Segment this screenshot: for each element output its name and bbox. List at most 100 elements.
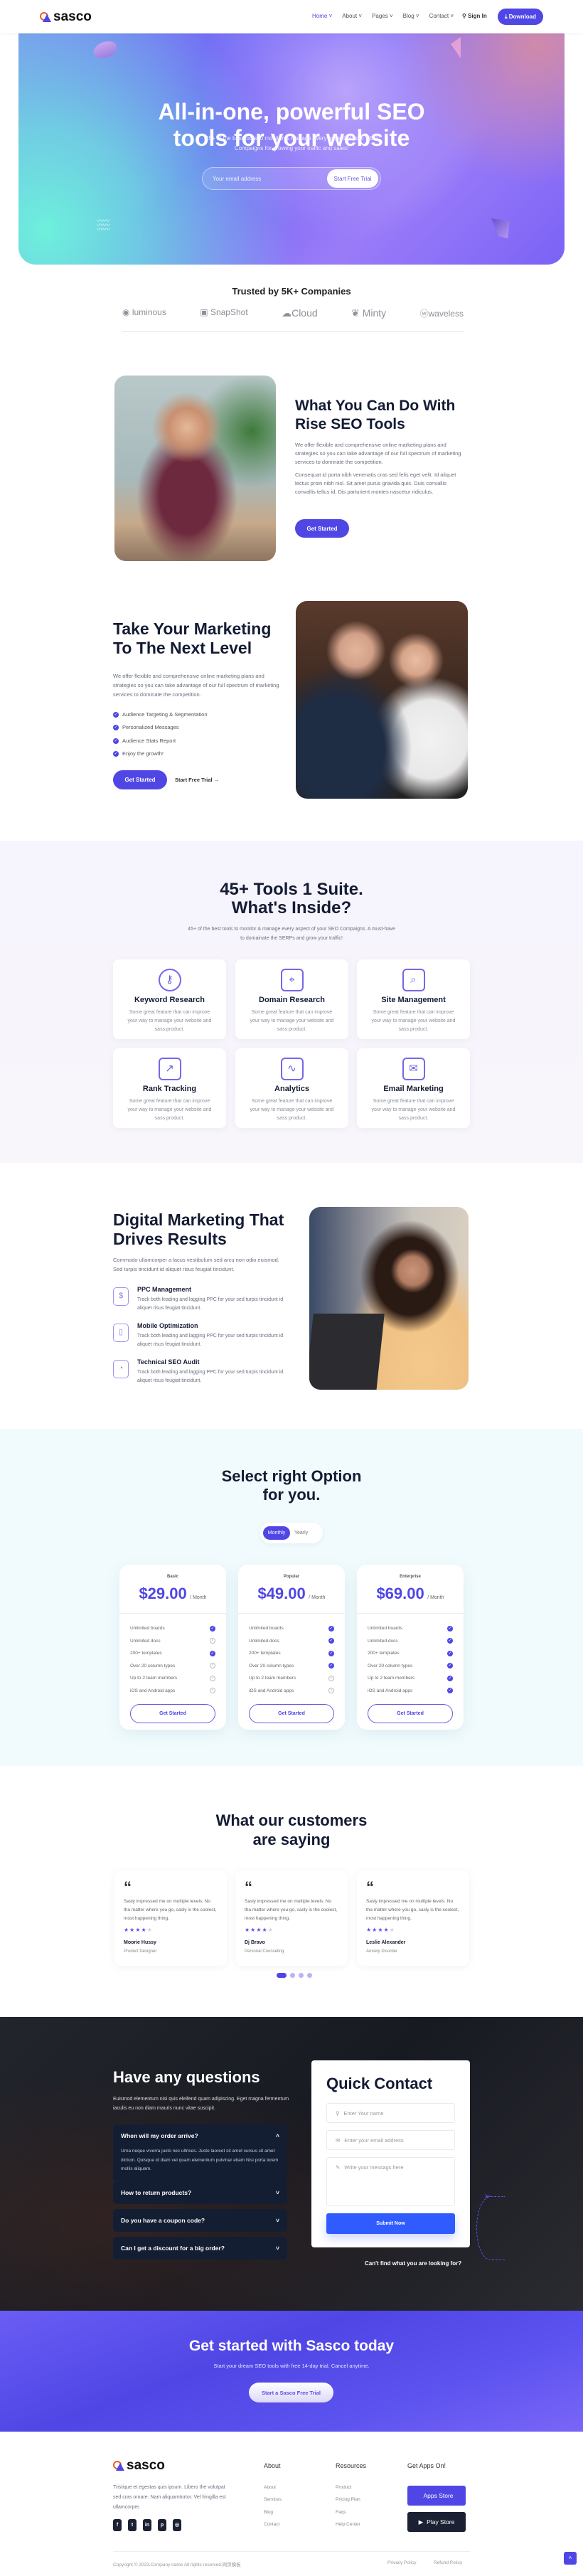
testimonial-card: “ Sasly impressed me on multiple levels.… — [114, 1870, 227, 1966]
hero-subtitle-line: Compaigns for growing your traffic and s… — [234, 145, 349, 151]
digital-title-line: Digital Marketing That — [113, 1210, 284, 1229]
company-logo-text: waveless — [428, 309, 464, 319]
arrow-right-icon: → — [213, 777, 220, 783]
message-field[interactable]: ✎ Write your messags here — [326, 2157, 455, 2206]
marketing-free-trial-link[interactable]: Start Free Trial → — [175, 777, 219, 783]
download-button[interactable]: ⤓ Download — [498, 9, 543, 25]
testimonial-quote: Sasly impressed me on multiple levels. N… — [124, 1899, 217, 1921]
facebook-icon[interactable]: f — [113, 2519, 122, 2531]
footer-link-about[interactable]: About — [264, 2485, 276, 2490]
faq-item[interactable]: How to return products? ˅ — [113, 2181, 287, 2204]
tool-card-title: Email Marketing — [383, 1085, 444, 1093]
carousel-dot[interactable] — [277, 1973, 287, 1978]
logo[interactable]: sasco — [40, 9, 92, 25]
divider — [122, 331, 464, 332]
nav-home[interactable]: Home ˅ — [312, 13, 332, 19]
marketing-get-started-button[interactable]: Get Started — [113, 770, 167, 789]
plan-price-amount: $49.00 — [257, 1585, 306, 1602]
digital-title-line: Drives Results — [113, 1230, 227, 1248]
tool-card-email-marketing[interactable]: ✉ Email Marketing Some great feature that … — [357, 1048, 470, 1128]
faq-item[interactable]: Do you have a coupon code? ˅ — [113, 2209, 287, 2232]
tool-card-keyword-research[interactable]: ⚷ Keyword Research Some great feature that… — [113, 959, 226, 1039]
plan-get-started-button[interactable]: Get Started — [368, 1704, 453, 1723]
start-free-trial-button[interactable]: Start Free Trial — [327, 169, 378, 188]
twitter-icon[interactable]: t — [128, 2519, 137, 2531]
check-icon: ✓ — [328, 1663, 334, 1669]
check-icon: ✓ — [328, 1650, 334, 1656]
play-store-label: Play Store — [427, 2518, 455, 2526]
refund-policy-link[interactable]: Refund Policy — [434, 2560, 462, 2565]
plan-feature-row: Over 20 column types ✓ — [238, 1660, 345, 1673]
play-store-button[interactable]: ▶ Play Store — [407, 2512, 466, 2532]
check-icon: ✓ — [447, 1625, 453, 1632]
plan-feature-row: Unlimited boards ✓ — [357, 1622, 464, 1635]
logo-text: sasco — [127, 2458, 165, 2473]
testimonial-quote: Sasly impressed me on multiple levels. N… — [366, 1899, 459, 1921]
nav-contact[interactable]: Contact ˅ — [429, 13, 454, 19]
footer-link-pricing[interactable]: Pricing Plan — [336, 2497, 360, 2502]
faq-question: When will my order arrive? — [121, 2132, 198, 2139]
plan-price-period: / Month — [427, 1595, 444, 1600]
hero-email-input[interactable] — [213, 175, 312, 182]
cta-section — [0, 2311, 583, 2432]
plan-feature-row: Up to 2 team members ✓ — [357, 1672, 464, 1685]
name-field[interactable]: ⚲ Enter Your name — [326, 2103, 455, 2123]
check-icon: ✓ — [113, 738, 119, 744]
tool-card-analytics[interactable]: ∿ Analytics Some great feature that can im… — [235, 1048, 348, 1128]
site-search-icon: ⌕ — [402, 969, 425, 991]
cta-free-trial-button[interactable]: Start a Sasco Free Trial — [249, 2383, 333, 2402]
email-field[interactable]: ✉ Enter your email address — [326, 2130, 455, 2150]
rise-get-started-button[interactable]: Get Started — [295, 519, 349, 538]
star-icon: ★ — [378, 1927, 384, 1933]
x-circle-icon: × — [210, 1688, 215, 1694]
toggle-monthly[interactable]: Monthly — [263, 1526, 290, 1540]
footer-logo[interactable]: sasco — [113, 2458, 165, 2474]
plan-feature-name: Unlimited docs — [249, 1638, 279, 1644]
plan-get-started-button[interactable]: Get Started — [249, 1704, 334, 1723]
tool-card-rank-tracking[interactable]: ↗ Rank Tracking Some great feature that ca… — [113, 1048, 226, 1128]
x-circle-icon: × — [210, 1663, 215, 1669]
plan-get-started-button[interactable]: Get Started — [130, 1704, 215, 1723]
plan-feature-row: Over 20 column types ✓ — [357, 1660, 464, 1673]
toggle-yearly[interactable]: Yearly — [294, 1531, 308, 1536]
pinterest-icon[interactable]: p — [158, 2519, 166, 2531]
footer-link-faqs[interactable]: Faqs — [336, 2510, 346, 2515]
nav-blog[interactable]: Blog ˅ — [403, 13, 419, 19]
nav-pages[interactable]: Pages ˅ — [372, 13, 393, 19]
footer-link-blog[interactable]: Blog — [264, 2510, 273, 2515]
hero-section: 〰〰 〰〰 〰〰 All-in-one, powerful SEO tools for… — [18, 33, 565, 265]
chevron-up-icon: ˄ — [276, 2132, 279, 2139]
carousel-dot[interactable] — [307, 1973, 312, 1978]
woman-with-phone-photo — [114, 376, 276, 561]
footer-divider — [113, 2551, 470, 2552]
scroll-to-top-button[interactable]: ˄ — [564, 2552, 577, 2565]
star-icon: ★ — [245, 1927, 251, 1933]
chevron-down-icon: ˅ — [276, 2189, 279, 2196]
x-circle-icon: × — [328, 1688, 334, 1694]
footer-link-services[interactable]: Services — [264, 2497, 282, 2502]
faq-question: Do you have a coupon code? — [121, 2217, 205, 2224]
sign-in-link[interactable]: ⚲ Sign In — [462, 13, 487, 19]
carousel-dot[interactable] — [299, 1973, 304, 1978]
star-rating: ★★★★★ — [366, 1927, 460, 1933]
nav-about[interactable]: About ˅ — [342, 13, 362, 19]
app-store-button[interactable]: Apps Store — [407, 2486, 466, 2506]
footer-apps-heading: Get Apps On! — [407, 2462, 446, 2469]
instagram-icon[interactable]: ◎ — [173, 2519, 181, 2531]
presentation-icon: ◔ — [113, 1360, 129, 1378]
plan-feature-row: iOS and Android apps ✓ — [357, 1685, 464, 1698]
tool-card-site-management[interactable]: ⌕ Site Management Some great feature that … — [357, 959, 470, 1039]
carousel-dot[interactable] — [290, 1973, 295, 1978]
faq-item[interactable]: Can I get a discount for a big order? ˅ — [113, 2237, 287, 2260]
faq-item-open[interactable]: When will my order arrive? ˄ Urna neque vi… — [113, 2124, 287, 2181]
star-icon: ★ — [366, 1927, 373, 1933]
footer-link-product[interactable]: Product — [336, 2485, 351, 2490]
nav-label: Home — [312, 13, 328, 19]
plan-price-period: / Month — [309, 1595, 326, 1600]
linkedin-icon[interactable]: in — [143, 2519, 151, 2531]
footer-link-contact[interactable]: Contact — [264, 2522, 279, 2527]
tool-card-domain-research[interactable]: ⌖ Domain Research Some great feature that … — [235, 959, 348, 1039]
submit-button[interactable]: Submit Now — [326, 2213, 455, 2234]
privacy-policy-link[interactable]: Privacy Policy — [387, 2560, 416, 2565]
footer-link-help-center[interactable]: Help Center — [336, 2522, 360, 2527]
